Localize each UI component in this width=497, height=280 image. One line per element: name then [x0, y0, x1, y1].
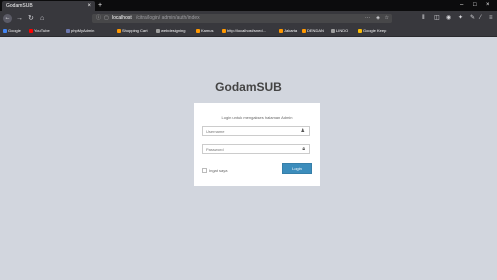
- youtube-icon: [29, 28, 33, 33]
- page-actions-icon[interactable]: ···: [365, 14, 370, 23]
- url-path: /citra/login/ admin/auth/index: [136, 15, 200, 21]
- pen-icon[interactable]: ✎: [470, 11, 475, 26]
- google-keep-icon: [358, 28, 362, 33]
- bookmark-jakarta[interactable]: Jakarta: [279, 26, 297, 36]
- login-message: Login untuk mengakses halaman Admin: [221, 115, 293, 120]
- reload-icon[interactable]: ↻: [28, 11, 34, 26]
- page-icon: ▢: [104, 15, 109, 21]
- bookmark-google[interactable]: Google: [3, 26, 21, 36]
- bookmark-label: YouTube: [34, 28, 50, 33]
- extension-icon[interactable]: ✦: [458, 11, 463, 26]
- bookmark-google-keep[interactable]: Google Keep: [358, 26, 386, 36]
- bookmarks-toolbar: Google YouTube phpMyAdmin Shopping Cart …: [0, 26, 497, 37]
- lock-icon: 🔒︎: [302, 146, 305, 152]
- username-field[interactable]: ♟: [202, 126, 310, 136]
- bookmark-label: phpMyAdmin: [71, 28, 95, 33]
- bookmark-label: Shopping Cart: [122, 28, 148, 33]
- new-tab-button[interactable]: +: [98, 0, 102, 11]
- home-icon[interactable]: ⌂: [40, 11, 44, 26]
- back-icon[interactable]: ←: [3, 14, 12, 23]
- remember-label: Ingat saya: [209, 168, 228, 173]
- login-button[interactable]: Login: [282, 163, 312, 174]
- address-bar[interactable]: ⓘ ▢ localhost /citra/login/ admin/auth/i…: [92, 14, 392, 23]
- google-icon: [3, 28, 7, 33]
- menu-icon[interactable]: ≡: [489, 11, 493, 26]
- bookmark-label: http://localhost/sned...: [227, 28, 266, 33]
- password-input[interactable]: [206, 147, 296, 152]
- remember-me[interactable]: Ingat saya: [202, 167, 227, 175]
- pocket-icon[interactable]: ◈: [376, 14, 380, 23]
- folder-icon: [279, 28, 283, 33]
- bookmark-kamus[interactable]: Kamus: [196, 26, 213, 36]
- bookmark-lindo[interactable]: LINDO: [331, 26, 348, 36]
- folder-icon: [156, 28, 160, 33]
- bookmark-label: Google: [8, 28, 21, 33]
- bookmark-dendan[interactable]: DENDAN: [302, 26, 324, 36]
- bookmark-label: webdesigning: [161, 28, 186, 33]
- bookmark-webdesigning[interactable]: webdesigning: [156, 26, 185, 36]
- account-icon[interactable]: ◉: [446, 11, 451, 26]
- eyedropper-icon[interactable]: ⁄: [480, 11, 481, 26]
- browser-tab[interactable]: GodamSUB ×: [2, 1, 95, 11]
- window-close-button[interactable]: ×: [486, 0, 490, 11]
- folder-icon: [331, 28, 335, 33]
- bookmark-youtube[interactable]: YouTube: [29, 26, 50, 36]
- password-field[interactable]: 🔒︎: [202, 144, 310, 154]
- maximize-button[interactable]: □: [473, 0, 477, 11]
- bookmark-shopping-cart[interactable]: Shopping Cart: [117, 26, 148, 36]
- close-icon[interactable]: ×: [87, 1, 91, 11]
- bookmark-phpmyadmin[interactable]: phpMyAdmin: [66, 26, 94, 36]
- browser-tab-bar: GodamSUB × + – □ ×: [0, 0, 497, 11]
- bookmark-label: DENDAN: [307, 28, 324, 33]
- bookmark-label: Jakarta: [284, 28, 298, 33]
- url-host: localhost: [112, 15, 132, 21]
- folder-icon: [302, 28, 306, 33]
- info-icon[interactable]: ⓘ: [96, 14, 101, 23]
- bookmark-label: LINDO: [336, 28, 349, 33]
- folder-icon: [196, 28, 200, 33]
- login-box: Login untuk mengakses halaman Admin ♟ 🔒︎…: [194, 103, 320, 186]
- bookmark-star-icon[interactable]: ☆: [385, 14, 389, 23]
- phpmyadmin-icon: [66, 28, 70, 33]
- username-input[interactable]: [206, 129, 296, 134]
- bookmark-localhost[interactable]: http://localhost/sned...: [222, 26, 266, 36]
- folder-icon: [222, 28, 226, 33]
- sidebar-icon[interactable]: ◫: [434, 11, 440, 26]
- folder-icon: [117, 28, 121, 33]
- library-icon[interactable]: ⫴: [422, 11, 425, 26]
- user-icon: ♟: [300, 128, 305, 134]
- browser-nav-bar: ← → ↻ ⌂ ⓘ ▢ localhost /citra/login/ admi…: [0, 11, 497, 26]
- bookmark-label: Kamus: [201, 28, 214, 33]
- remember-checkbox[interactable]: [202, 168, 207, 174]
- tab-title: GodamSUB: [6, 3, 33, 9]
- minimize-button[interactable]: –: [460, 0, 463, 11]
- app-brand-title: GodamSUB: [215, 80, 282, 94]
- bookmark-label: Google Keep: [363, 28, 387, 33]
- forward-icon[interactable]: →: [16, 11, 23, 26]
